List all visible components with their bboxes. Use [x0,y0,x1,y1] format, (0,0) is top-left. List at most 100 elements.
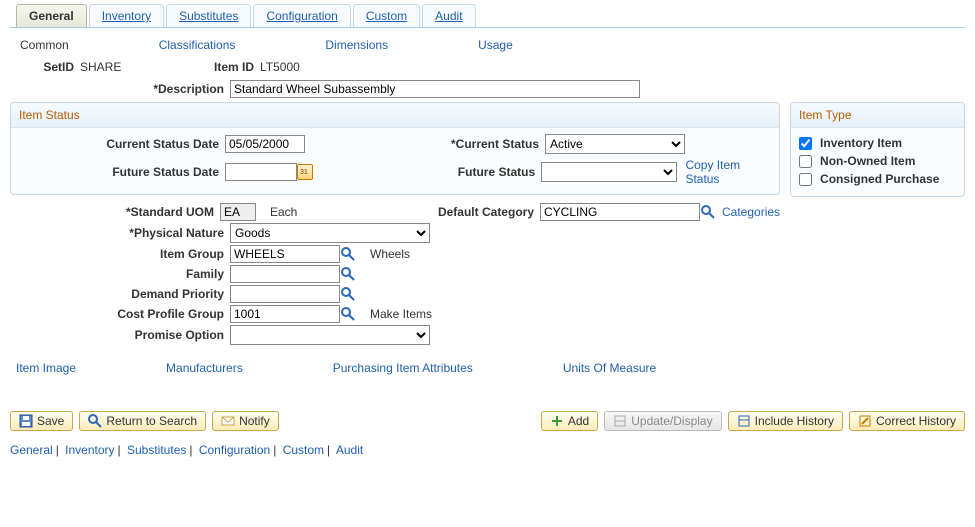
tab-audit[interactable]: Audit [422,4,475,27]
current-status-date-label: Current Status Date [15,137,225,151]
cost-profile-group-desc: Make Items [370,307,432,321]
physical-nature-label: *Physical Nature [10,226,230,240]
return-to-search-button[interactable]: Return to Search [79,411,206,431]
notify-button[interactable]: Notify [212,411,279,431]
footer-link-general[interactable]: General [10,443,53,457]
purchasing-item-attributes-link[interactable]: Purchasing Item Attributes [333,361,473,375]
standard-uom-desc: Each [270,205,297,219]
header-row: SetID SHARE Item ID LT5000 [10,60,965,74]
save-icon [19,414,33,428]
future-status-date-input[interactable] [225,163,297,181]
non-owned-item-checkbox[interactable] [799,155,812,168]
consigned-purchase-label: Consigned Purchase [820,172,939,186]
setid-label: SetID [10,60,80,74]
itemid-label: Item ID [200,60,260,74]
top-tab-bar: General Inventory Substitutes Configurat… [10,4,965,28]
footer-link-substitutes[interactable]: Substitutes [127,443,186,457]
promise-option-select[interactable] [230,325,430,345]
consigned-purchase-checkbox[interactable] [799,173,812,186]
inventory-item-row[interactable]: Inventory Item [795,134,960,152]
demand-priority-input[interactable] [230,285,340,303]
current-status-select[interactable]: Active [545,134,685,154]
consigned-purchase-row[interactable]: Consigned Purchase [795,170,960,188]
non-owned-item-row[interactable]: Non-Owned Item [795,152,960,170]
tab-custom[interactable]: Custom [353,4,420,27]
tab-inventory[interactable]: Inventory [89,4,164,27]
return-to-search-label: Return to Search [106,414,197,428]
magnifier-icon[interactable] [340,266,356,282]
item-group-label: Item Group [10,247,230,261]
inventory-item-label: Inventory Item [820,136,902,150]
item-type-title: Item Type [791,103,964,128]
include-history-label: Include History [755,414,834,428]
copy-item-status-link[interactable]: Copy Item Status [685,158,775,186]
item-group-input[interactable] [230,245,340,263]
non-owned-item-label: Non-Owned Item [820,154,915,168]
sub-tab-classifications[interactable]: Classifications [159,38,236,52]
footer-link-custom[interactable]: Custom [283,443,324,457]
search-icon [88,414,102,428]
update-icon [613,414,627,428]
calendar-icon[interactable] [297,164,313,180]
magnifier-icon[interactable] [340,286,356,302]
include-history-button[interactable]: Include History [728,411,843,431]
magnifier-icon[interactable] [340,306,356,322]
tab-general[interactable]: General [16,4,87,27]
inventory-item-checkbox[interactable] [799,137,812,150]
history-icon [737,414,751,428]
standard-uom-input [220,203,256,221]
sub-tab-common[interactable]: Common [20,38,69,52]
item-status-group: Item Status Current Status Date *Current… [10,102,780,195]
future-status-label: Future Status [395,165,541,179]
future-status-select[interactable] [541,162,677,182]
manufacturers-link[interactable]: Manufacturers [166,361,243,375]
item-type-group: Item Type Inventory Item Non-Owned Item … [790,102,965,197]
cost-profile-group-label: Cost Profile Group [10,307,230,321]
physical-nature-select[interactable]: Goods [230,223,430,243]
footer-link-inventory[interactable]: Inventory [65,443,114,457]
bottom-links: Item Image Manufacturers Purchasing Item… [10,347,780,383]
tab-substitutes[interactable]: Substitutes [166,4,251,27]
plus-icon [550,414,564,428]
family-input[interactable] [230,265,340,283]
current-status-label: *Current Status [395,137,545,151]
add-label: Add [568,414,589,428]
footer-link-configuration[interactable]: Configuration [199,443,270,457]
sub-tab-usage[interactable]: Usage [478,38,513,52]
setid-value: SHARE [80,60,200,74]
tab-configuration[interactable]: Configuration [253,4,350,27]
default-category-label: Default Category [390,205,540,219]
item-image-link[interactable]: Item Image [16,361,76,375]
save-button[interactable]: Save [10,411,73,431]
description-input[interactable] [230,80,640,98]
cost-profile-group-input[interactable] [230,305,340,323]
correct-history-label: Correct History [876,414,956,428]
units-of-measure-link[interactable]: Units Of Measure [563,361,656,375]
add-button[interactable]: Add [541,411,598,431]
notify-icon [221,414,235,428]
sub-tab-bar: Common Classifications Dimensions Usage [10,34,965,58]
itemid-value: LT5000 [260,60,300,74]
item-group-desc: Wheels [370,247,410,261]
family-label: Family [10,267,230,281]
footer-link-audit[interactable]: Audit [336,443,363,457]
future-status-date-label: Future Status Date [15,165,225,179]
button-bar: Save Return to Search Notify Add Updat [10,383,965,439]
correct-history-button[interactable]: Correct History [849,411,965,431]
update-display-button: Update/Display [604,411,721,431]
promise-option-label: Promise Option [10,328,230,342]
magnifier-icon[interactable] [700,204,716,220]
current-status-date-input[interactable] [225,135,305,153]
default-category-input[interactable] [540,203,700,221]
sub-tab-dimensions[interactable]: Dimensions [325,38,388,52]
magnifier-icon[interactable] [340,246,356,262]
notify-label: Notify [239,414,270,428]
demand-priority-label: Demand Priority [10,287,230,301]
categories-link[interactable]: Categories [722,205,780,219]
footer-links: General| Inventory| Substitutes| Configu… [10,439,965,461]
save-label: Save [37,414,64,428]
standard-uom-label: *Standard UOM [10,205,220,219]
correct-history-icon [858,414,872,428]
update-display-label: Update/Display [631,414,712,428]
item-status-title: Item Status [11,103,779,128]
